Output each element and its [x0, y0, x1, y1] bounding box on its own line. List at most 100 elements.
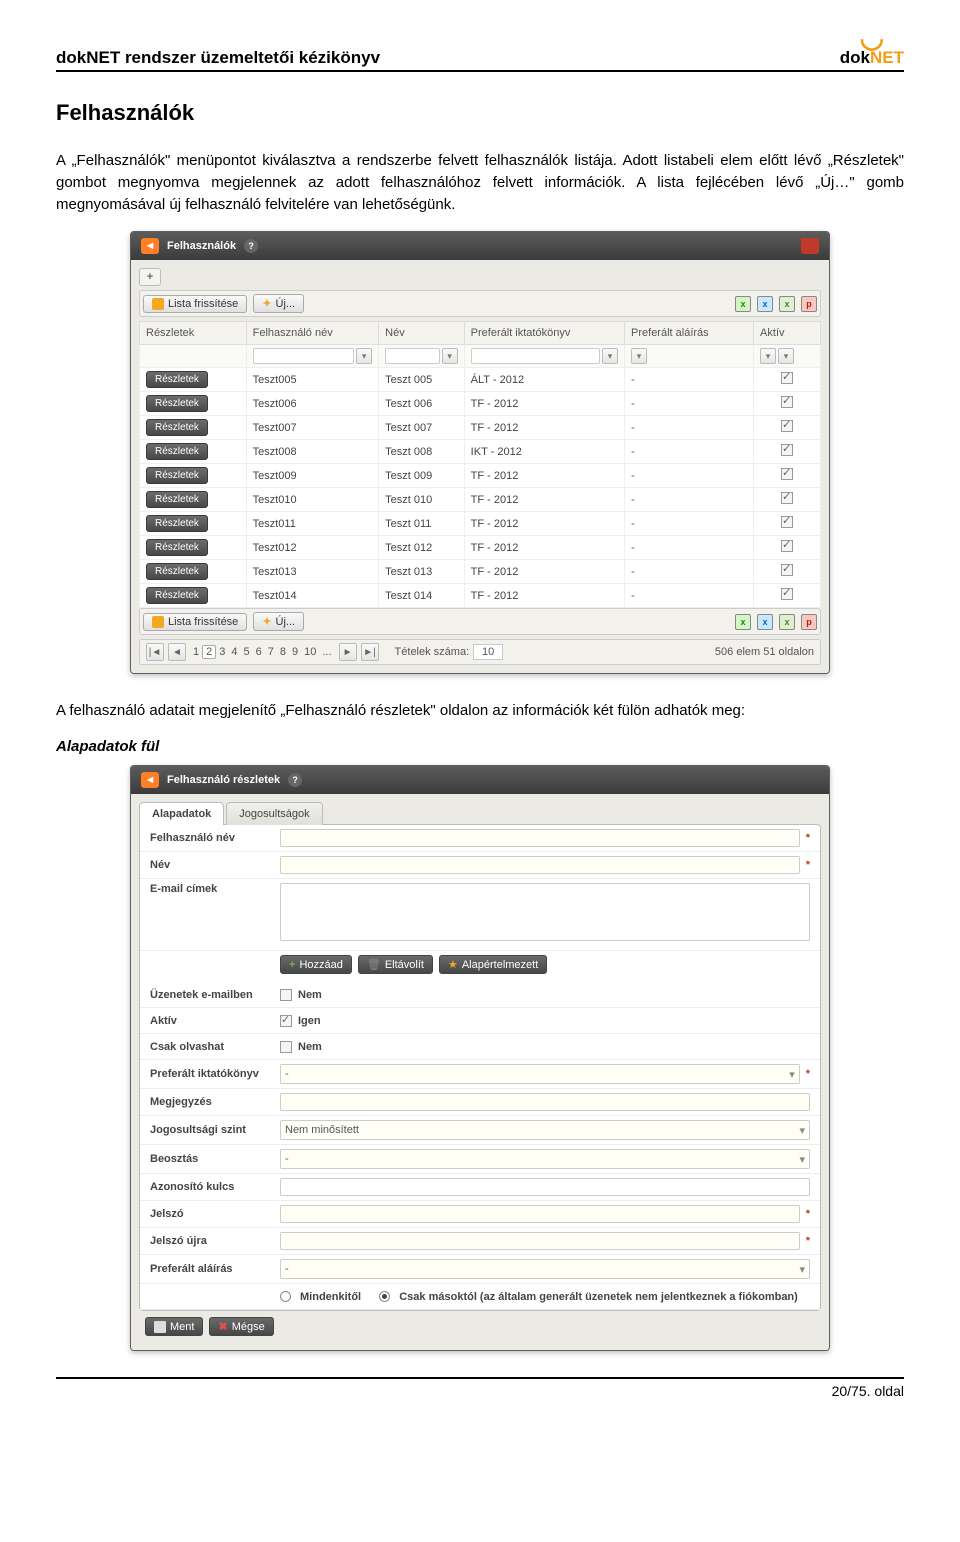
- book-select[interactable]: -▾: [280, 1064, 800, 1084]
- cancel-button[interactable]: ✖Mégse: [209, 1317, 273, 1336]
- cell-username: Teszt014: [246, 584, 379, 608]
- col-book[interactable]: Preferált iktatókönyv: [464, 322, 624, 345]
- col-sign[interactable]: Preferált aláírás: [625, 322, 754, 345]
- brand-logo: ◡ dokNET: [840, 28, 904, 68]
- details-button[interactable]: Részletek: [146, 539, 208, 556]
- export-pdf-icon[interactable]: p: [801, 614, 817, 630]
- email-remove-button[interactable]: 🗑Eltávolít: [358, 955, 433, 974]
- funnel-icon[interactable]: ▾: [602, 348, 618, 364]
- details-button[interactable]: Részletek: [146, 371, 208, 388]
- tab-alapadatok[interactable]: Alapadatok: [139, 802, 224, 825]
- pager-page-4[interactable]: 4: [228, 646, 240, 658]
- refresh-button[interactable]: Lista frissítése: [143, 295, 247, 313]
- pager-page-...[interactable]: ...: [319, 646, 334, 658]
- pager-prev-button[interactable]: ◄: [168, 643, 186, 661]
- pager-page-7[interactable]: 7: [265, 646, 277, 658]
- cell-book: ÁLT - 2012: [464, 368, 624, 392]
- pager-page-9[interactable]: 9: [289, 646, 301, 658]
- pager-page-5[interactable]: 5: [241, 646, 253, 658]
- export-xlsx-icon[interactable]: x: [779, 614, 795, 630]
- cell-name: Teszt 010: [379, 488, 465, 512]
- back-icon[interactable]: ◄: [141, 772, 159, 788]
- label-password2: Jelszó újra: [150, 1235, 270, 1247]
- add-tab-button[interactable]: +: [139, 268, 161, 286]
- refresh-button[interactable]: Lista frissítése: [143, 613, 247, 631]
- username-input[interactable]: [280, 829, 800, 847]
- password2-input[interactable]: [280, 1232, 800, 1250]
- active-checkbox[interactable]: [280, 1015, 292, 1027]
- label-book: Preferált iktatókönyv: [150, 1068, 270, 1080]
- password-input[interactable]: [280, 1205, 800, 1223]
- col-active[interactable]: Aktív: [754, 322, 821, 345]
- radio-all[interactable]: [280, 1291, 291, 1302]
- details-button[interactable]: Részletek: [146, 395, 208, 412]
- details-button[interactable]: Részletek: [146, 419, 208, 436]
- help-icon[interactable]: ?: [244, 239, 258, 253]
- pager-page-1[interactable]: 1: [190, 646, 202, 658]
- back-icon[interactable]: ◄: [141, 238, 159, 254]
- export-csv-icon[interactable]: x: [757, 614, 773, 630]
- pager: |◄ ◄ 12345678910... ► ►| Tételek száma: …: [139, 639, 821, 665]
- pager-page-8[interactable]: 8: [277, 646, 289, 658]
- col-username[interactable]: Felhasználó név: [246, 322, 379, 345]
- pager-page-6[interactable]: 6: [253, 646, 265, 658]
- table-row: RészletekTeszt013Teszt 013TF - 2012-: [140, 560, 821, 584]
- pager-last-button[interactable]: ►|: [361, 643, 379, 661]
- cancel-icon: ✖: [218, 1320, 227, 1333]
- details-button[interactable]: Részletek: [146, 515, 208, 532]
- pager-page-3[interactable]: 3: [216, 646, 228, 658]
- funnel-icon[interactable]: ▾: [356, 348, 372, 364]
- export-xlsx-icon[interactable]: x: [779, 296, 795, 312]
- msg-email-value-label: Nem: [298, 989, 322, 1001]
- details-button[interactable]: Részletek: [146, 467, 208, 484]
- items-per-page-input[interactable]: 10: [473, 644, 503, 660]
- export-csv-icon[interactable]: x: [757, 296, 773, 312]
- details-button[interactable]: Részletek: [146, 491, 208, 508]
- filter-username-input[interactable]: [253, 348, 355, 364]
- key-input[interactable]: [280, 1178, 810, 1196]
- new-button[interactable]: ✦Új...: [253, 294, 304, 313]
- readonly-checkbox[interactable]: [280, 1041, 292, 1053]
- col-name[interactable]: Név: [379, 322, 465, 345]
- sign-select[interactable]: -▾: [280, 1259, 810, 1279]
- funnel-icon[interactable]: ▾: [442, 348, 458, 364]
- cell-name: Teszt 013: [379, 560, 465, 584]
- radio-others[interactable]: [379, 1291, 390, 1302]
- new-button[interactable]: ✦Új...: [253, 612, 304, 631]
- cell-name: Teszt 006: [379, 392, 465, 416]
- funnel-icon[interactable]: ▾: [760, 348, 776, 364]
- pager-page-10[interactable]: 10: [301, 646, 319, 658]
- note-input[interactable]: [280, 1093, 810, 1111]
- details-button[interactable]: Részletek: [146, 587, 208, 604]
- export-xls-icon[interactable]: x: [735, 296, 751, 312]
- filter-name-input[interactable]: [385, 348, 440, 364]
- details-button[interactable]: Részletek: [146, 563, 208, 580]
- pager-page-2[interactable]: 2: [202, 645, 216, 659]
- active-checkbox: [781, 468, 793, 480]
- export-xls-icon[interactable]: x: [735, 614, 751, 630]
- active-checkbox: [781, 564, 793, 576]
- email-add-button[interactable]: +Hozzáad: [280, 955, 352, 974]
- name-input[interactable]: [280, 856, 800, 874]
- pager-summary: 506 elem 51 oldalon: [715, 646, 814, 658]
- help-icon[interactable]: ?: [288, 773, 302, 787]
- filter-book-input[interactable]: [471, 348, 600, 364]
- export-pdf-icon[interactable]: p: [801, 296, 817, 312]
- pager-next-button[interactable]: ►: [339, 643, 357, 661]
- funnel-icon[interactable]: ▾: [631, 348, 647, 364]
- label-sign: Preferált aláírás: [150, 1263, 270, 1275]
- col-details[interactable]: Részletek: [140, 322, 247, 345]
- pager-first-button[interactable]: |◄: [146, 643, 164, 661]
- funnel-icon[interactable]: ▾: [778, 348, 794, 364]
- plus-icon: +: [289, 959, 295, 971]
- label-readonly: Csak olvashat: [150, 1041, 270, 1053]
- tab-jogosultsagok[interactable]: Jogosultságok: [226, 802, 322, 825]
- save-button[interactable]: Ment: [145, 1317, 203, 1336]
- details-button[interactable]: Részletek: [146, 443, 208, 460]
- position-select[interactable]: -▾: [280, 1149, 810, 1169]
- emails-textarea[interactable]: [280, 883, 810, 941]
- users-table: Részletek Felhasználó név Név Preferált …: [139, 321, 821, 608]
- level-select[interactable]: Nem minősített▾: [280, 1120, 810, 1140]
- email-default-button[interactable]: ★Alapértelmezett: [439, 955, 547, 974]
- msg-email-checkbox[interactable]: [280, 989, 292, 1001]
